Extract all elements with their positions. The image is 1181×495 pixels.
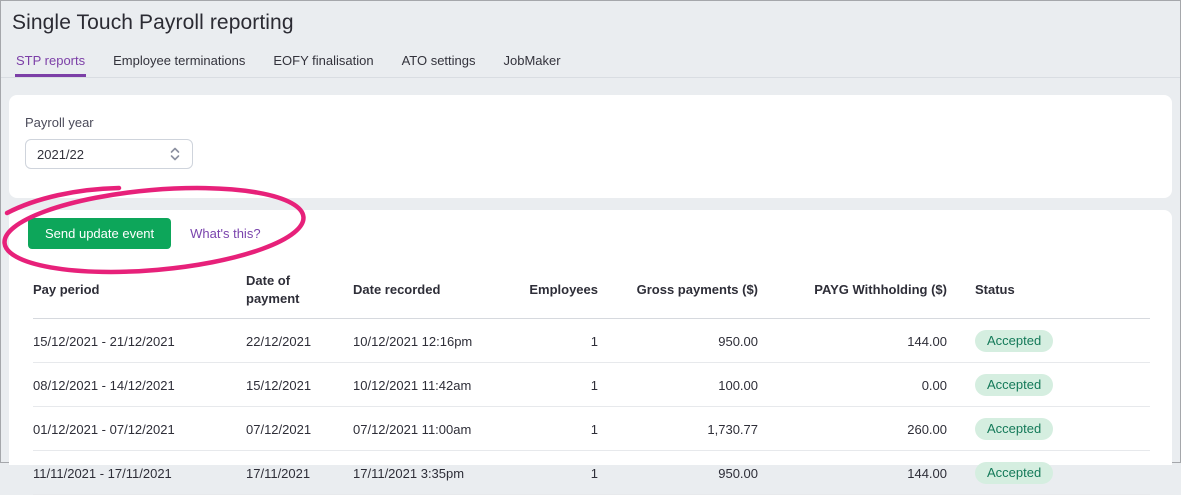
cell-date-of-payment: 22/12/2021 [246,318,353,364]
col-date-of-payment: Date of payment [246,260,353,320]
stp-reports-card: Send update event What's this? Pay perio… [9,210,1172,495]
stp-reports-table: Pay period Date of payment Date recorded… [33,260,1150,495]
status-badge: Accepted [975,374,1054,397]
payroll-year-value: 2021/22 [37,146,84,162]
cell-status: Accepted [955,318,1150,364]
col-employees: Employees [513,260,606,320]
table-row: 01/12/2021 - 07/12/2021 07/12/2021 07/12… [33,406,1150,452]
payroll-year-label: Payroll year [25,115,94,130]
cell-employees: 1 [513,406,606,452]
cell-employees: 1 [513,450,606,495]
status-badge: Accepted [975,462,1054,485]
payroll-year-card: Payroll year 2021/22 [9,95,1172,198]
cell-employees: 1 [513,318,606,364]
table-header: Pay period Date of payment Date recorded… [33,260,1150,320]
cell-payg-withholding: 144.00 [766,318,955,364]
cell-date-of-payment: 17/11/2021 [246,450,353,495]
cell-status: Accepted [955,406,1150,452]
table-body: 15/12/2021 - 21/12/2021 22/12/2021 10/12… [33,318,1150,495]
status-badge: Accepted [975,418,1054,441]
cell-payg-withholding: 260.00 [766,406,955,452]
cell-employees: 1 [513,362,606,408]
page-title: Single Touch Payroll reporting [12,11,294,34]
cell-status: Accepted [955,362,1150,408]
cell-date-recorded: 17/11/2021 3:35pm [353,450,513,495]
tab-eofy-finalisation[interactable]: EOFY finalisation [272,49,374,77]
tab-stp-reports[interactable]: STP reports [15,49,87,77]
table-row: 08/12/2021 - 14/12/2021 15/12/2021 10/12… [33,362,1150,408]
cell-pay-period: 08/12/2021 - 14/12/2021 [33,362,246,408]
col-status: Status [955,260,1150,320]
table-row: 11/11/2021 - 17/11/2021 17/11/2021 17/11… [33,450,1150,495]
chevron-updown-icon [168,146,182,162]
table-row: 15/12/2021 - 21/12/2021 22/12/2021 10/12… [33,318,1150,364]
tab-jobmaker[interactable]: JobMaker [503,49,562,77]
cell-date-recorded: 10/12/2021 12:16pm [353,318,513,364]
cell-date-of-payment: 15/12/2021 [246,362,353,408]
cell-date-of-payment: 07/12/2021 [246,406,353,452]
cell-gross-payments: 950.00 [606,318,766,364]
cell-gross-payments: 100.00 [606,362,766,408]
tab-employee-terminations[interactable]: Employee terminations [112,49,246,77]
col-date-recorded: Date recorded [353,260,513,320]
cell-pay-period: 01/12/2021 - 07/12/2021 [33,406,246,452]
status-badge: Accepted [975,330,1054,353]
stp-reporting-page: { "page": { "title": "Single Touch Payro… [0,0,1181,495]
payroll-year-select[interactable]: 2021/22 [25,139,193,169]
cell-gross-payments: 950.00 [606,450,766,495]
cell-pay-period: 15/12/2021 - 21/12/2021 [33,318,246,364]
cell-date-recorded: 07/12/2021 11:00am [353,406,513,452]
cell-payg-withholding: 144.00 [766,450,955,495]
whats-this-link[interactable]: What's this? [190,226,260,241]
cell-status: Accepted [955,450,1150,495]
col-payg-withholding: PAYG Withholding ($) [766,260,955,320]
tab-ato-settings[interactable]: ATO settings [401,49,477,77]
cell-pay-period: 11/11/2021 - 17/11/2021 [33,450,246,495]
col-pay-period: Pay period [33,260,246,320]
send-update-event-button[interactable]: Send update event [28,218,172,249]
cell-date-recorded: 10/12/2021 11:42am [353,362,513,408]
report-toolbar: Send update event What's this? [9,218,1172,249]
cell-gross-payments: 1,730.77 [606,406,766,452]
tab-bar: STP reports Employee terminations EOFY f… [1,49,1180,78]
cell-payg-withholding: 0.00 [766,362,955,408]
col-gross-payments: Gross payments ($) [606,260,766,320]
